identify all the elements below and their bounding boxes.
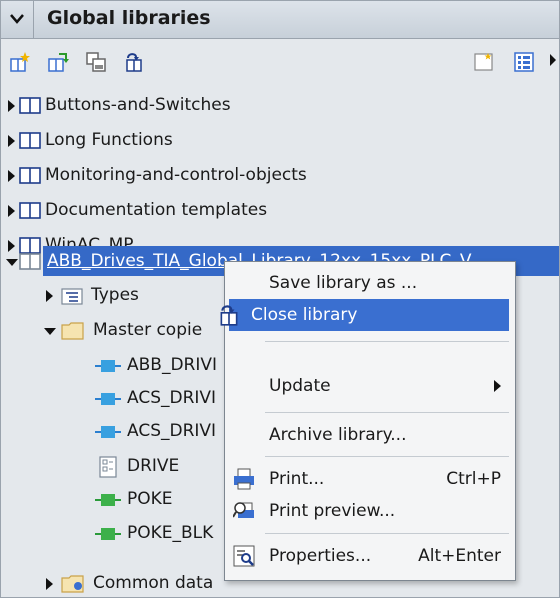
save-library-icon[interactable] (85, 51, 107, 73)
master-copy-name: ABB_DRIVI (127, 355, 218, 375)
master-copy-name: POKE (127, 489, 173, 509)
menu-item-print[interactable]: Print... Ctrl+P (225, 463, 515, 495)
details-view-icon[interactable] (513, 51, 535, 73)
tree-item-master-copy[interactable]: POKE_BLK (1, 517, 231, 550)
collapse-arrow-icon[interactable] (44, 328, 56, 335)
master-copy-name: POKE_BLK (127, 523, 214, 543)
menu-item-properties[interactable]: Properties... Alt+Enter (225, 540, 515, 572)
library-name: Long Functions (45, 130, 173, 150)
expand-arrow-icon[interactable] (8, 100, 15, 112)
expand-arrow-icon[interactable] (8, 170, 15, 182)
library-view-icon[interactable] (473, 51, 495, 73)
function-block-icon (95, 494, 121, 506)
menu-separator (265, 341, 509, 342)
context-menu: Save library as ... Close library Update… (220, 261, 516, 581)
menu-item-close-library[interactable]: Close library (220, 299, 509, 331)
expand-arrow-icon[interactable] (46, 578, 53, 590)
types-label: Types (91, 285, 139, 305)
types-folder-icon (61, 288, 83, 305)
block-icon (95, 426, 121, 438)
tree-item-master-copy[interactable]: ACS_DRIVI (1, 382, 231, 415)
collapse-toggle[interactable] (1, 1, 34, 38)
tree-item-master-copy[interactable]: ACS_DRIVI (1, 415, 231, 448)
menu-separator (265, 533, 509, 534)
master-copies-folder-icon (61, 322, 84, 340)
close-library-icon (220, 305, 238, 326)
block-icon (95, 393, 121, 405)
library-icon (19, 167, 41, 184)
library-toolbar (1, 39, 559, 83)
toolbar-overflow-icon[interactable] (549, 53, 557, 67)
library-name: Documentation templates (45, 200, 268, 220)
master-copy-name: ACS_DRIVI (127, 388, 217, 408)
new-library-icon[interactable] (9, 51, 31, 73)
print-preview-icon (233, 502, 254, 518)
library-icon (19, 97, 41, 114)
data-block-icon (99, 456, 117, 478)
master-copy-name: DRIVE (127, 456, 180, 476)
expand-arrow-icon[interactable] (8, 205, 15, 217)
open-library-icon[interactable] (47, 51, 69, 73)
function-block-icon (95, 528, 121, 540)
submenu-arrow-icon (494, 380, 501, 392)
expand-arrow-icon[interactable] (46, 290, 53, 302)
menu-item-update[interactable]: Update (225, 370, 515, 402)
block-icon (95, 360, 121, 372)
global-libraries-panel: Global libraries Buttons-and-Switches Lo… (0, 0, 560, 598)
panel-header: Global libraries (1, 1, 559, 39)
menu-separator (265, 456, 509, 457)
tree-item-master-copy[interactable]: DRIVE (1, 450, 231, 483)
library-icon (19, 132, 41, 149)
tree-item-master-copy[interactable]: POKE (1, 483, 231, 516)
menu-separator (265, 412, 509, 413)
master-copy-name: ACS_DRIVI (127, 421, 217, 441)
printer-icon (234, 468, 254, 490)
menu-item-archive-library[interactable]: Archive library... (225, 419, 515, 451)
library-name: Monitoring-and-control-objects (45, 165, 307, 185)
master-copies-label: Master copie (93, 320, 203, 340)
tree-item-library[interactable]: Buttons-and-Switches (1, 89, 559, 122)
panel-title: Global libraries (47, 7, 211, 29)
library-icon (19, 253, 41, 270)
library-name: Buttons-and-Switches (45, 95, 231, 115)
common-data-label: Common data (93, 573, 214, 593)
tree-item-library[interactable]: Documentation templates (1, 194, 559, 227)
expand-arrow-icon[interactable] (8, 135, 15, 147)
properties-icon (233, 545, 255, 567)
chevron-down-icon (10, 14, 24, 24)
tree-item-library[interactable]: Long Functions (1, 124, 559, 157)
menu-item-save-library-as[interactable]: Save library as ... (225, 267, 515, 299)
tree-item-master-copy[interactable]: ABB_DRIVI (1, 349, 231, 382)
common-data-folder-icon (61, 575, 84, 593)
library-icon (19, 202, 41, 219)
menu-item-print-preview[interactable]: Print preview... (225, 495, 515, 527)
collapse-arrow-icon[interactable] (6, 259, 18, 266)
tree-item-library[interactable]: Monitoring-and-control-objects (1, 159, 559, 192)
close-library-icon[interactable] (123, 51, 145, 73)
